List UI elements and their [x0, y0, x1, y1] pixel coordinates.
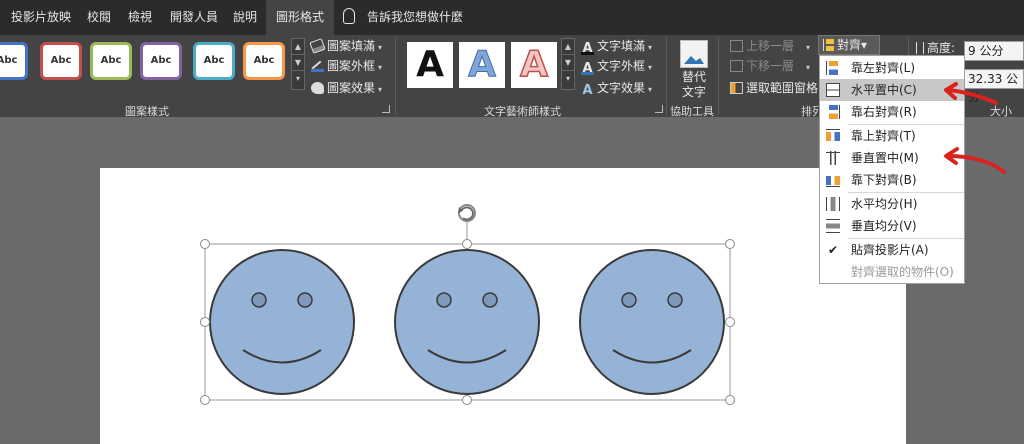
red-arrow-annotation-2: [944, 147, 1006, 174]
annotation-layer: [944, 82, 1006, 174]
red-arrow-annotation-1: [944, 82, 998, 105]
